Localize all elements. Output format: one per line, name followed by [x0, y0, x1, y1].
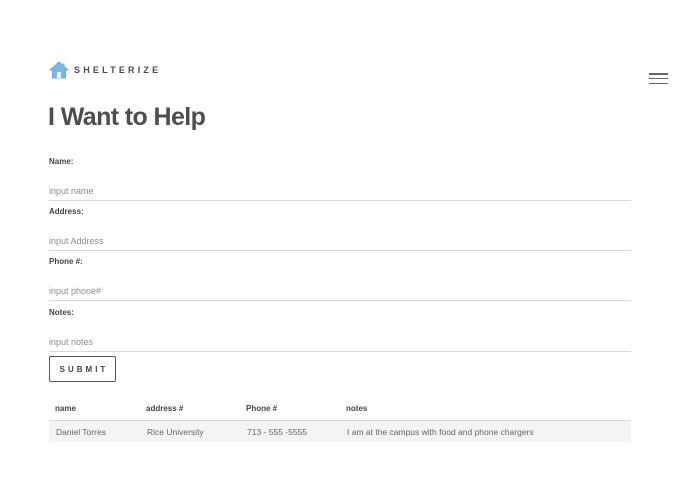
helpers-table: name address # Phone # notes Daniel Torr…	[49, 397, 631, 442]
name-field: Name:	[49, 157, 631, 201]
cell-address: Rice University	[140, 420, 240, 442]
column-header-notes: notes	[340, 397, 631, 421]
table-header-row: name address # Phone # notes	[49, 397, 631, 421]
cell-name: Daniel Torres	[49, 420, 140, 442]
name-label: Name:	[49, 157, 74, 166]
cell-phone: 713 - 555 -5555	[240, 420, 340, 442]
column-header-address: address #	[140, 397, 240, 421]
address-input[interactable]	[49, 232, 631, 251]
cell-notes: I am at the campus with food and phone c…	[340, 420, 631, 442]
page-title: I Want to Help	[48, 103, 206, 131]
submit-button[interactable]: SUBMIT	[49, 356, 116, 382]
table-row: Daniel Torres Rice University 713 - 555 …	[49, 420, 631, 442]
phone-input[interactable]	[49, 282, 631, 301]
address-field: Address:	[49, 207, 631, 251]
column-header-name: name	[49, 397, 140, 421]
house-icon	[49, 61, 69, 79]
brand-name: SHELTERIZE	[74, 65, 162, 75]
column-header-phone: Phone #	[240, 397, 340, 421]
notes-label: Notes:	[49, 308, 74, 317]
hamburger-menu-icon[interactable]	[649, 73, 668, 85]
notes-field: Notes:	[49, 308, 631, 352]
brand-logo[interactable]: SHELTERIZE	[49, 61, 161, 79]
notes-input[interactable]	[49, 333, 631, 352]
name-input[interactable]	[49, 182, 631, 201]
phone-label: Phone #:	[49, 257, 83, 266]
address-label: Address:	[49, 207, 84, 216]
phone-field: Phone #:	[49, 257, 631, 301]
